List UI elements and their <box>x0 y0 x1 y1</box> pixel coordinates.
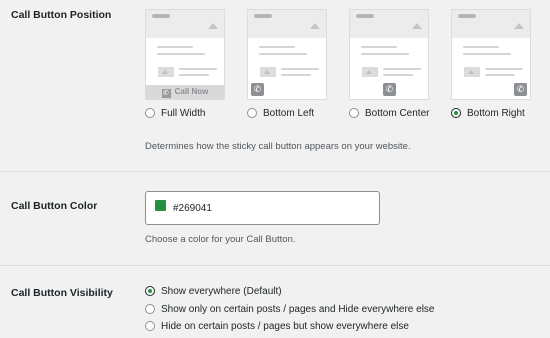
bottom-center-radio-row[interactable]: Bottom Center <box>349 108 429 119</box>
bottom-left-label: Bottom Left <box>263 108 315 119</box>
bottom-right-label: Bottom Right <box>467 108 525 119</box>
bottom-right-radio-row[interactable]: Bottom Right <box>451 108 525 119</box>
visibility-everywhere-radio[interactable] <box>145 286 155 296</box>
phone-icon: ✆ <box>383 83 396 96</box>
preview-header <box>248 10 326 38</box>
visibility-show-only-label: Show only on certain posts / pages and H… <box>161 304 435 315</box>
bottom-left-preview[interactable]: ✆ <box>247 9 327 100</box>
color-value[interactable]: #269041 <box>173 203 212 214</box>
preview-header <box>350 10 428 38</box>
full-width-radio-row[interactable]: Full Width <box>145 108 205 119</box>
call-button-color-label: Call Button Color <box>11 200 98 212</box>
color-description: Choose a color for your Call Button. <box>145 234 296 245</box>
preview-line <box>485 74 515 76</box>
preview-logo <box>152 14 170 18</box>
image-placeholder-icon <box>310 23 320 29</box>
preview-line <box>157 53 205 55</box>
position-description: Determines how the sticky call button ap… <box>145 141 411 152</box>
section-divider <box>0 171 550 172</box>
bottom-center-preview[interactable]: ✆ <box>349 9 429 100</box>
visibility-everywhere-label: Show everywhere (Default) <box>161 286 282 297</box>
call-button-position-label: Call Button Position <box>11 9 112 21</box>
bottom-right-preview[interactable]: ✆ <box>451 9 531 100</box>
visibility-hide-on-label: Hide on certain posts / pages but show e… <box>161 321 409 332</box>
preview-line <box>383 68 421 70</box>
preview-line <box>463 46 499 48</box>
image-placeholder-icon <box>158 67 174 77</box>
color-picker-field[interactable]: #269041 <box>145 191 380 225</box>
bottom-right-radio[interactable] <box>451 108 461 118</box>
call-button-settings-page: { "position": { "label": "Call Button Po… <box>0 0 550 338</box>
preview-logo <box>458 14 476 18</box>
visibility-hide-on-radio[interactable] <box>145 321 155 331</box>
image-placeholder-icon <box>260 67 276 77</box>
image-placeholder-icon <box>208 23 218 29</box>
preview-line <box>361 46 397 48</box>
preview-line <box>361 53 409 55</box>
preview-line <box>281 68 319 70</box>
visibility-option-everywhere[interactable]: Show everywhere (Default) <box>145 286 282 297</box>
call-button-visibility-label: Call Button Visibility <box>11 287 113 299</box>
bottom-center-radio[interactable] <box>349 108 359 118</box>
bottom-center-label: Bottom Center <box>365 108 430 119</box>
preview-line <box>383 74 413 76</box>
phone-icon: ✆ <box>251 83 264 96</box>
image-placeholder-icon <box>514 23 524 29</box>
image-placeholder-icon <box>362 67 378 77</box>
color-swatch[interactable] <box>155 200 166 211</box>
preview-header <box>146 10 224 38</box>
call-now-bar: ✆ Call Now <box>146 85 224 99</box>
phone-icon: ✆ <box>161 89 171 98</box>
phone-icon: ✆ <box>514 83 527 96</box>
full-width-label: Full Width <box>161 108 206 119</box>
preview-line <box>179 68 217 70</box>
bottom-left-radio[interactable] <box>247 108 257 118</box>
preview-line <box>157 46 193 48</box>
visibility-option-show-only[interactable]: Show only on certain posts / pages and H… <box>145 304 435 315</box>
preview-line <box>259 46 295 48</box>
preview-line <box>485 68 523 70</box>
preview-line <box>179 74 209 76</box>
full-width-radio[interactable] <box>145 108 155 118</box>
preview-line <box>281 74 311 76</box>
call-now-text: Call Now <box>174 87 209 96</box>
bottom-left-radio-row[interactable]: Bottom Left <box>247 108 314 119</box>
preview-line <box>463 53 511 55</box>
full-width-preview[interactable]: ✆ Call Now <box>145 9 225 100</box>
visibility-option-hide-on[interactable]: Hide on certain posts / pages but show e… <box>145 321 409 332</box>
image-placeholder-icon <box>412 23 422 29</box>
preview-header <box>452 10 530 38</box>
preview-logo <box>356 14 374 18</box>
visibility-show-only-radio[interactable] <box>145 304 155 314</box>
preview-line <box>259 53 307 55</box>
image-placeholder-icon <box>464 67 480 77</box>
preview-logo <box>254 14 272 18</box>
section-divider <box>0 265 550 266</box>
